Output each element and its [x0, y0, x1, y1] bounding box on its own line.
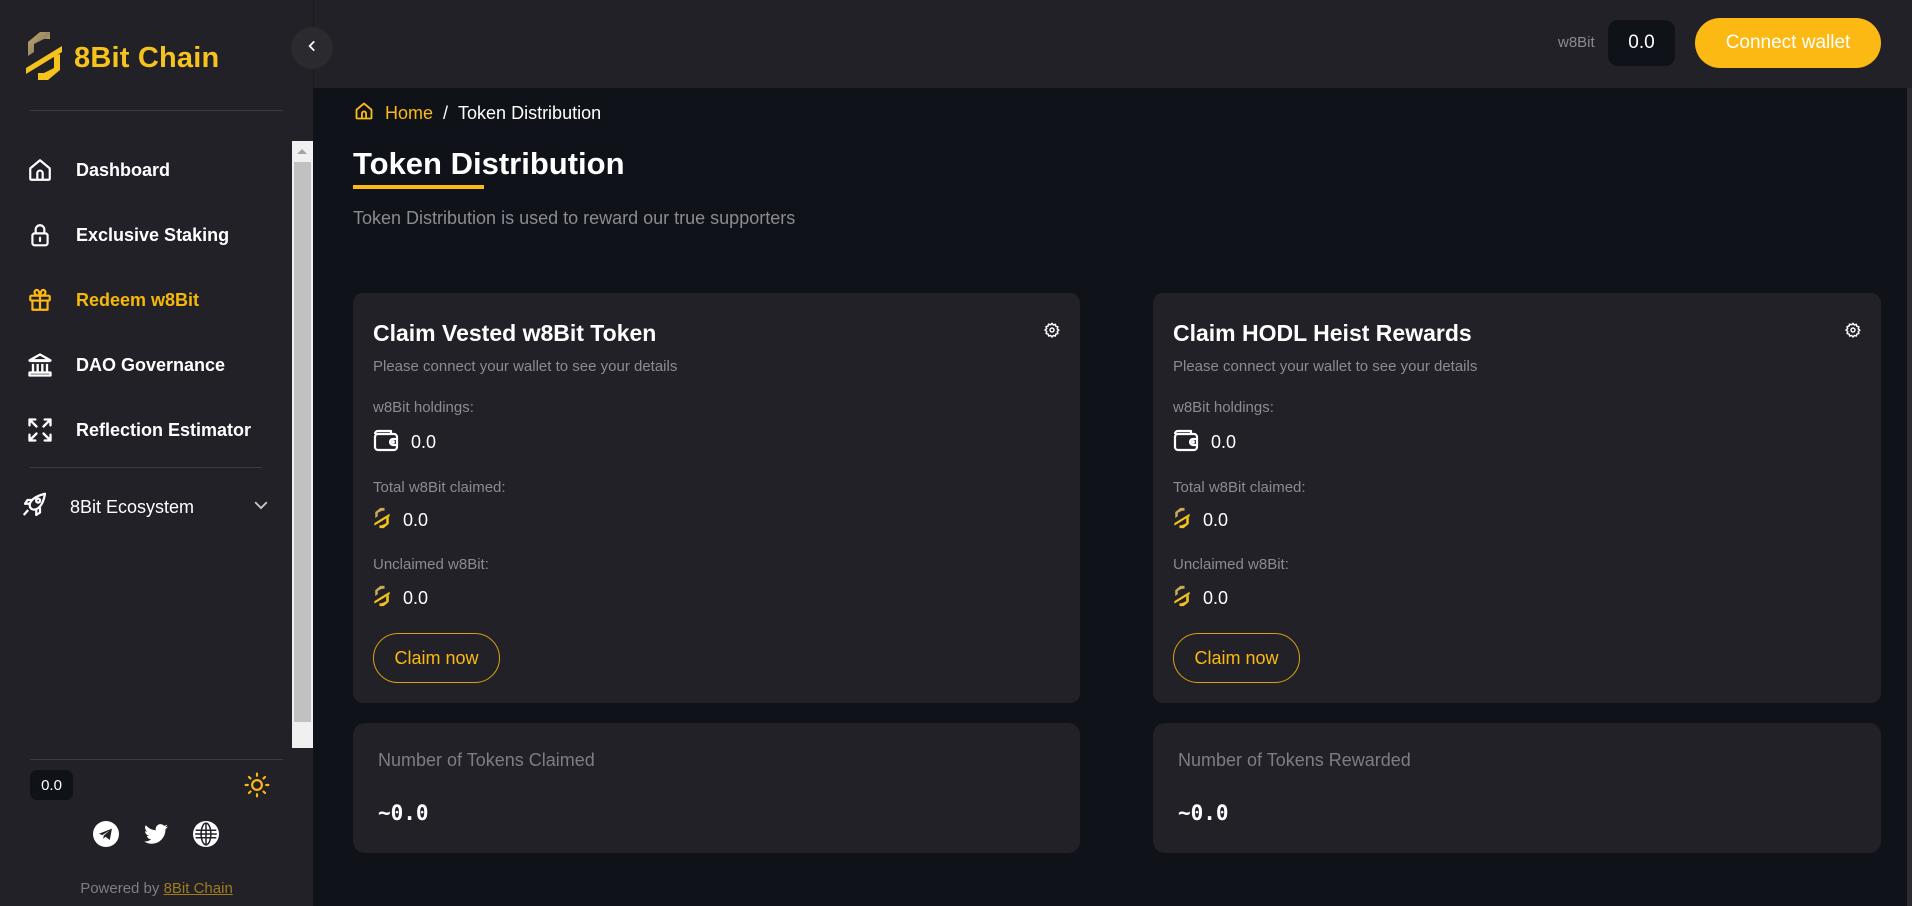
- header-token-unit: w8Bit: [1558, 34, 1595, 51]
- globe-icon[interactable]: [192, 820, 220, 848]
- chevron-left-icon: [305, 39, 319, 58]
- rocket-icon: [20, 490, 50, 525]
- breadcrumb: Home / Token Distribution: [354, 101, 601, 126]
- powered-by-text: Powered by: [80, 880, 164, 897]
- stat-value: ~0.0: [1178, 801, 1229, 825]
- sidebar-item-label: 8Bit Ecosystem: [70, 497, 195, 517]
- stat-label: Number of Tokens Claimed: [378, 750, 595, 770]
- page-subtitle: Token Distribution is used to reward our…: [353, 208, 796, 228]
- footer-divider: [30, 759, 283, 760]
- claimed-row: 0.0: [1173, 507, 1228, 534]
- unclaimed-value: 0.0: [403, 588, 429, 608]
- sidebar-item-label: Reflection Estimator: [76, 419, 252, 440]
- holdings-label: w8Bit holdings:: [1173, 399, 1274, 416]
- holdings-row: 0.0: [1173, 428, 1236, 457]
- holdings-value: 0.0: [1211, 432, 1237, 452]
- w8bit-coin-icon: [1173, 507, 1191, 534]
- scroll-up-arrow-icon[interactable]: [297, 149, 307, 154]
- w8bit-coin-icon: [1173, 585, 1191, 612]
- w8bit-coin-icon: [373, 585, 391, 612]
- powered-by: Powered by 8Bit Chain: [0, 880, 313, 897]
- holdings-row: 0.0: [373, 428, 436, 457]
- stat-label: Number of Tokens Rewarded: [1178, 750, 1411, 770]
- sidebar-item-label: Dashboard: [76, 159, 171, 180]
- social-links: [92, 820, 220, 848]
- sidebar-item-dashboard[interactable]: Dashboard: [26, 156, 170, 184]
- header-balance: 0.0: [1608, 20, 1675, 66]
- unclaimed-value: 0.0: [1203, 588, 1229, 608]
- unclaimed-row: 0.0: [1173, 585, 1228, 612]
- claim-vested-card: Claim Vested w8Bit Token Please connect …: [353, 293, 1080, 703]
- claimed-label: Total w8Bit claimed:: [373, 479, 506, 496]
- sidebar-item-label: DAO Governance: [76, 354, 226, 375]
- sidebar-item-dao-governance[interactable]: DAO Governance: [26, 351, 225, 379]
- card-connect-note: Please connect your wallet to see your d…: [1173, 358, 1478, 375]
- breadcrumb-home-link[interactable]: Home: [385, 103, 433, 124]
- sidebar: 8Bit Chain Dashboard Exclusive Staking R…: [0, 0, 313, 906]
- w8bit-coin-icon: [373, 507, 391, 534]
- breadcrumb-separator: /: [443, 103, 449, 123]
- lock-icon: [26, 221, 54, 249]
- holdings-value: 0.0: [411, 432, 437, 452]
- home-icon: [26, 156, 54, 184]
- sidebar-item-redeem-w8bit[interactable]: Redeem w8Bit: [26, 286, 199, 314]
- gear-icon[interactable]: [1845, 322, 1861, 343]
- brand-name: 8Bit Chain: [74, 42, 220, 74]
- connect-wallet-button[interactable]: Connect wallet: [1695, 18, 1881, 68]
- logo-icon: [24, 30, 64, 87]
- card-connect-note: Please connect your wallet to see your d…: [373, 358, 678, 375]
- nav-divider: [30, 467, 262, 468]
- sidebar-item-8bit-ecosystem[interactable]: 8Bit Ecosystem: [20, 490, 270, 525]
- telegram-icon[interactable]: [92, 820, 120, 848]
- stat-value: ~0.0: [378, 801, 429, 825]
- arrows-expand-icon: [26, 416, 54, 444]
- sidebar-scrollbar[interactable]: [292, 141, 313, 748]
- chevron-down-icon[interactable]: [252, 496, 270, 519]
- tokens-rewarded-stat: Number of Tokens Rewarded ~0.0: [1153, 723, 1881, 853]
- sidebar-item-reflection-estimator[interactable]: Reflection Estimator: [26, 416, 251, 444]
- claimed-label: Total w8Bit claimed:: [1173, 479, 1306, 496]
- home-icon[interactable]: [354, 101, 374, 126]
- brand-logo[interactable]: 8Bit Chain: [24, 30, 219, 87]
- claimed-value: 0.0: [403, 510, 429, 530]
- claim-hodl-heist-card: Claim HODL Heist Rewards Please connect …: [1153, 293, 1881, 703]
- theme-toggle-sun-icon[interactable]: [244, 772, 270, 803]
- scrollbar-thumb[interactable]: [294, 162, 311, 722]
- page-scrollbar[interactable]: [1907, 88, 1912, 906]
- twitter-icon[interactable]: [142, 820, 170, 848]
- sidebar-item-label: Redeem w8Bit: [76, 289, 200, 310]
- sidebar-item-exclusive-staking[interactable]: Exclusive Staking: [26, 221, 229, 249]
- tokens-claimed-stat: Number of Tokens Claimed ~0.0: [353, 723, 1080, 853]
- sidebar-balance-badge: 0.0: [30, 770, 73, 800]
- unclaimed-label: Unclaimed w8Bit:: [1173, 556, 1289, 573]
- claimed-value: 0.0: [1203, 510, 1229, 530]
- claim-now-button[interactable]: Claim now: [1173, 633, 1300, 683]
- bank-icon: [26, 351, 54, 379]
- gear-icon[interactable]: [1044, 322, 1060, 343]
- sidebar-item-label: Exclusive Staking: [76, 224, 230, 245]
- page-title: Token Distribution: [353, 146, 625, 181]
- gift-icon: [26, 286, 54, 314]
- breadcrumb-current: Token Distribution: [458, 103, 602, 123]
- wallet-icon: [1173, 428, 1199, 457]
- unclaimed-row: 0.0: [373, 585, 428, 612]
- card-title: Claim HODL Heist Rewards: [1173, 320, 1472, 346]
- sidebar-collapse-button[interactable]: [291, 27, 333, 69]
- card-title: Claim Vested w8Bit Token: [373, 320, 657, 346]
- unclaimed-label: Unclaimed w8Bit:: [373, 556, 489, 573]
- wallet-icon: [373, 428, 399, 457]
- title-underline: [353, 185, 484, 189]
- powered-by-link[interactable]: 8Bit Chain: [164, 880, 233, 897]
- claimed-row: 0.0: [373, 507, 428, 534]
- holdings-label: w8Bit holdings:: [373, 399, 474, 416]
- claim-now-button[interactable]: Claim now: [373, 633, 500, 683]
- logo-divider: [30, 110, 283, 111]
